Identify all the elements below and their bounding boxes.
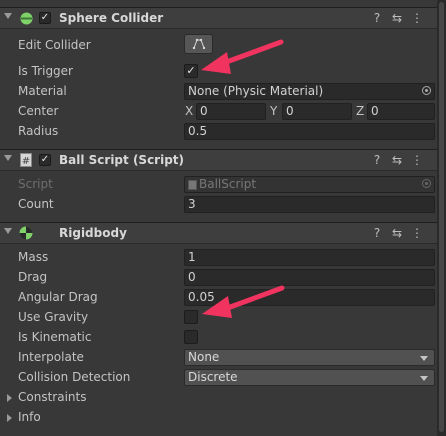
edit-collider-row: Edit Collider (0, 34, 437, 56)
mass-field[interactable]: 1 (184, 249, 435, 266)
radius-row: Radius 0.5 (0, 122, 437, 142)
svg-text:#: # (22, 156, 30, 167)
script-label: Script (18, 177, 53, 191)
constraints-label[interactable]: Constraints (18, 390, 86, 404)
more-vertical-icon[interactable]: ⋮ (407, 11, 427, 25)
constraints-row[interactable]: Constraints (0, 388, 437, 408)
chevron-down-icon (420, 376, 428, 381)
settings-sliders-icon[interactable]: ⇆ (387, 153, 407, 167)
chevron-down-icon (420, 356, 428, 361)
script-file-icon: # (20, 153, 32, 167)
sphere-collider-header[interactable]: ✓ Sphere Collider ? ⇆ ⋮ (0, 7, 437, 29)
use-gravity-label: Use Gravity (18, 310, 89, 324)
drag-field[interactable]: 0 (184, 269, 435, 286)
center-z-field[interactable]: 0 (367, 103, 435, 120)
object-picker-icon (422, 179, 431, 188)
angular-drag-row: Angular Drag 0.05 (0, 288, 437, 308)
component-title: Rigidbody (59, 226, 127, 240)
rigidbody-header[interactable]: Rigidbody ? ⇆ ⋮ (0, 222, 437, 244)
component-title: Sphere Collider (59, 11, 164, 25)
radius-label: Radius (18, 124, 59, 138)
header-icons: ? ⇆ ⋮ (367, 226, 427, 240)
object-picker-icon[interactable] (422, 86, 431, 95)
scrollbar-thumb[interactable] (439, 2, 444, 432)
angular-drag-field[interactable]: 0.05 (184, 289, 435, 306)
material-field[interactable]: None (Physic Material) (184, 83, 435, 100)
edit-collider-icon (192, 38, 206, 50)
use-gravity-row: Use Gravity (0, 308, 437, 328)
angular-drag-label: Angular Drag (18, 290, 98, 304)
mass-row: Mass 1 (0, 248, 437, 268)
interpolate-value: None (188, 350, 220, 364)
count-field[interactable]: 3 (184, 196, 435, 213)
count-label: Count (18, 197, 54, 211)
material-label: Material (18, 84, 67, 98)
foldout-right-arrow-icon[interactable] (7, 394, 12, 402)
center-y-field[interactable]: 0 (282, 103, 352, 120)
ball-script-header[interactable]: # ✓ Ball Script (Script) ? ⇆ ⋮ (0, 149, 437, 171)
sphere-collider-icon (20, 12, 33, 25)
radius-field[interactable]: 0.5 (184, 123, 435, 140)
info-label[interactable]: Info (18, 410, 41, 424)
foldout-arrow-icon[interactable] (4, 228, 12, 234)
component-enabled-checkbox[interactable]: ✓ (39, 12, 51, 24)
interpolate-dropdown[interactable]: None (184, 349, 435, 366)
center-label: Center (18, 104, 59, 118)
help-icon[interactable]: ? (367, 11, 387, 25)
script-row: Script BallScript (0, 175, 437, 195)
center-x-label[interactable]: X (185, 104, 193, 118)
settings-sliders-icon[interactable]: ⇆ (387, 11, 407, 25)
edit-collider-button[interactable] (184, 34, 213, 54)
material-row: Material None (Physic Material) (0, 82, 437, 102)
mass-label: Mass (18, 250, 49, 264)
vertical-scrollbar[interactable] (437, 0, 446, 436)
center-x-field[interactable]: 0 (196, 103, 266, 120)
center-y-label[interactable]: Y (270, 104, 277, 118)
collision-detection-value: Discrete (188, 370, 238, 384)
center-z-label[interactable]: Z (356, 104, 364, 118)
header-icons: ? ⇆ ⋮ (367, 11, 427, 25)
help-icon[interactable]: ? (367, 226, 387, 240)
drag-label: Drag (18, 270, 48, 284)
count-row: Count 3 (0, 195, 437, 215)
is-kinematic-label: Is Kinematic (18, 330, 92, 344)
inspector-panel: ✓ Sphere Collider ? ⇆ ⋮ Edit Collider Is T… (0, 0, 437, 436)
collision-detection-label: Collision Detection (18, 370, 131, 384)
script-asset-icon (188, 180, 197, 190)
foldout-arrow-icon[interactable] (4, 155, 12, 161)
use-gravity-checkbox[interactable] (184, 310, 198, 324)
is-kinematic-row: Is Kinematic (0, 328, 437, 348)
info-row[interactable]: Info (0, 408, 437, 428)
more-vertical-icon[interactable]: ⋮ (407, 153, 427, 167)
settings-sliders-icon[interactable]: ⇆ (387, 226, 407, 240)
help-icon[interactable]: ? (367, 153, 387, 167)
script-value: BallScript (199, 177, 257, 191)
interpolate-row: Interpolate None (0, 348, 437, 368)
center-row: Center X 0 Y 0 Z 0 (0, 102, 437, 122)
collision-detection-dropdown[interactable]: Discrete (184, 369, 435, 386)
rigidbody-icon (19, 226, 33, 240)
drag-row: Drag 0 (0, 268, 437, 288)
interpolate-label: Interpolate (18, 350, 84, 364)
is-trigger-label: Is Trigger (18, 64, 73, 78)
header-icons: ? ⇆ ⋮ (367, 153, 427, 167)
script-field: BallScript (184, 176, 435, 193)
component-enabled-checkbox[interactable]: ✓ (39, 154, 51, 166)
collision-detection-row: Collision Detection Discrete (0, 368, 437, 388)
foldout-arrow-icon[interactable] (4, 13, 12, 19)
component-title: Ball Script (Script) (59, 153, 185, 167)
foldout-right-arrow-icon[interactable] (7, 414, 12, 422)
is-trigger-row: Is Trigger ✓ (0, 62, 437, 82)
is-trigger-checkbox[interactable]: ✓ (184, 64, 198, 78)
more-vertical-icon[interactable]: ⋮ (407, 226, 427, 240)
edit-collider-label: Edit Collider (18, 38, 91, 52)
material-value: None (Physic Material) (188, 84, 324, 98)
is-kinematic-checkbox[interactable] (184, 330, 198, 344)
